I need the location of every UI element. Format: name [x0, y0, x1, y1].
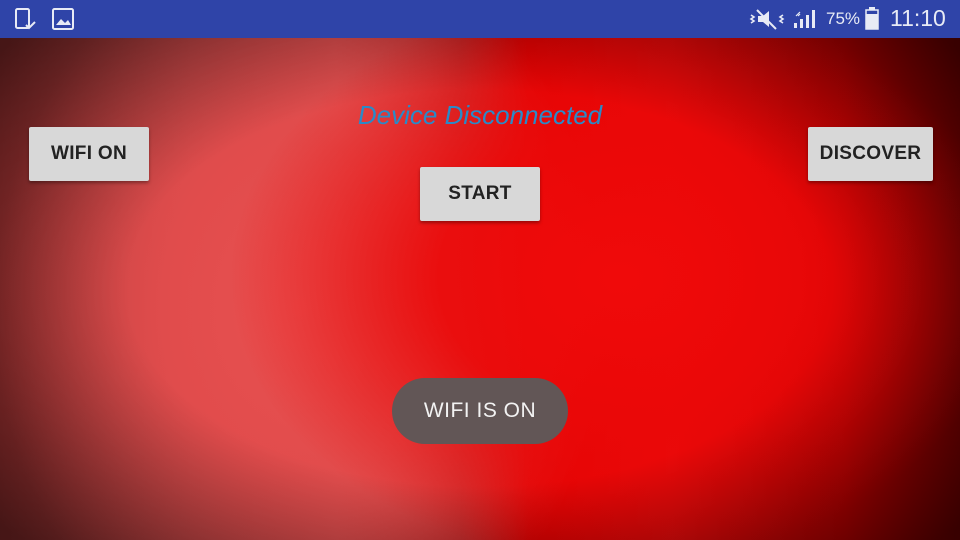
- screen-check-icon: [12, 6, 38, 32]
- status-bar: 75% 11:10: [0, 0, 960, 38]
- start-button[interactable]: START: [420, 167, 540, 221]
- clock: 11:10: [890, 5, 946, 31]
- battery-percent: 75%: [826, 9, 861, 28]
- main-content: Device Disconnected WIFI ON START DISCOV…: [0, 38, 960, 540]
- connection-status-text: Device Disconnected: [357, 100, 603, 130]
- wifi-on-button[interactable]: WIFI ON: [29, 127, 149, 181]
- toast-message: WIFI IS ON: [392, 378, 568, 444]
- discover-button[interactable]: DISCOVER: [808, 127, 933, 181]
- signal-icon: [792, 6, 820, 30]
- vibrate-mute-icon: [748, 7, 786, 31]
- image-icon: [50, 6, 76, 32]
- battery-icon: [864, 6, 880, 30]
